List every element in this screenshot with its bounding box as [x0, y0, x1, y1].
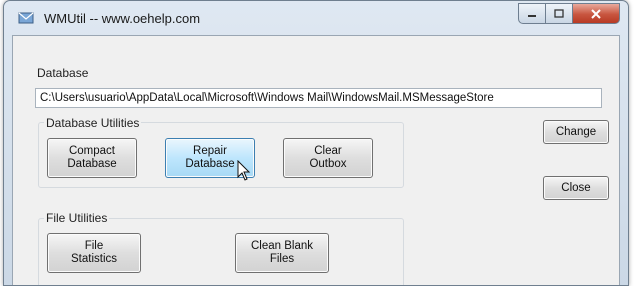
close-window-button[interactable]	[573, 3, 620, 24]
clean-blank-files-button[interactable]: Clean Blank Files	[235, 233, 329, 273]
close-icon	[591, 8, 601, 19]
app-icon	[18, 12, 34, 24]
maximize-icon	[554, 9, 564, 18]
file-statistics-button[interactable]: File Statistics	[47, 233, 141, 273]
close-button[interactable]: Close	[543, 176, 609, 200]
window-title: WMUtil -- www.oehelp.com	[44, 11, 201, 26]
database-label: Database	[37, 66, 89, 80]
database-utilities-label: Database Utilities	[44, 116, 142, 130]
pointer-cursor-icon	[237, 160, 251, 181]
change-button[interactable]: Change	[543, 120, 609, 144]
caption-buttons	[518, 3, 620, 24]
title-bar[interactable]: WMUtil -- www.oehelp.com	[4, 1, 628, 35]
maximize-button[interactable]	[546, 3, 573, 24]
clear-outbox-button[interactable]: Clear Outbox	[283, 138, 373, 178]
minimize-button[interactable]	[518, 3, 546, 24]
compact-database-button[interactable]: Compact Database	[47, 138, 137, 178]
minimize-icon	[528, 14, 536, 17]
wmutil-window: WMUtil -- www.oehelp.com Database C:\Use…	[3, 0, 629, 286]
database-path-field[interactable]: C:\Users\usuario\AppData\Local\Microsoft…	[35, 88, 602, 108]
file-utilities-label: File Utilities	[44, 211, 110, 225]
client-area: Database C:\Users\usuario\AppData\Local\…	[12, 35, 620, 285]
